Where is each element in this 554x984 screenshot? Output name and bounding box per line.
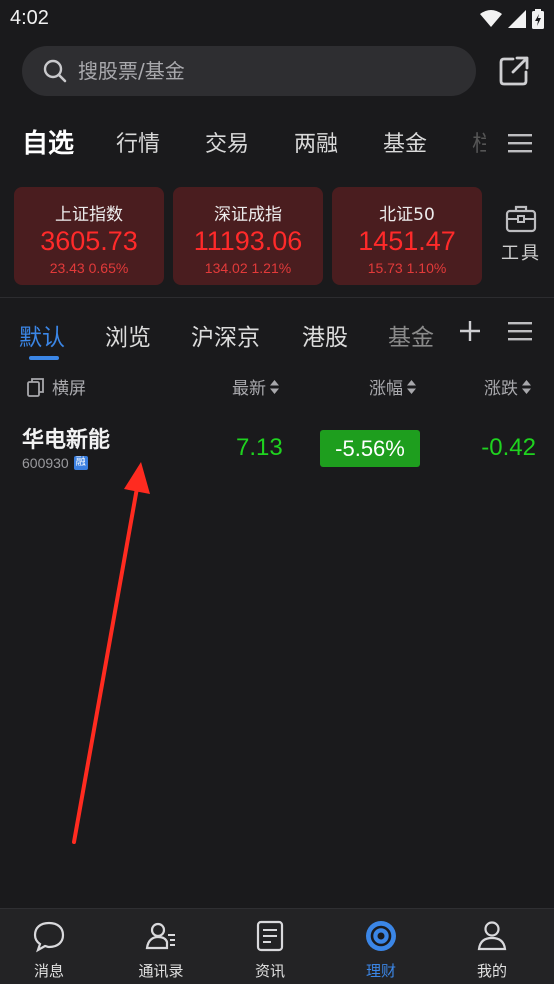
index-name: 上证指数 bbox=[55, 205, 123, 225]
nav-news[interactable]: 资讯 bbox=[225, 909, 315, 984]
tab-more-partial[interactable]: 栏 bbox=[472, 126, 486, 158]
sort-change[interactable]: 涨跌 bbox=[484, 374, 531, 399]
signal-icon bbox=[508, 10, 526, 28]
nav-finance[interactable]: 理财 bbox=[336, 909, 426, 984]
tools-label: 工具 bbox=[501, 243, 541, 264]
toolbox-icon bbox=[505, 205, 537, 233]
index-change: 23.43 0.65% bbox=[49, 260, 129, 276]
sort-latest[interactable]: 最新 bbox=[232, 374, 279, 399]
divider bbox=[0, 297, 554, 298]
nav-label: 我的 bbox=[476, 962, 507, 980]
nav-label: 消息 bbox=[33, 962, 64, 980]
index-change: 15.73 1.10% bbox=[367, 260, 447, 276]
list-tab-default[interactable]: 默认 bbox=[19, 318, 65, 352]
nav-label: 通讯录 bbox=[138, 962, 184, 980]
sort-icon bbox=[407, 379, 416, 394]
search-icon bbox=[43, 59, 67, 83]
tab-fund[interactable]: 基金 bbox=[383, 126, 427, 158]
list-tab-fund[interactable]: 基金 bbox=[388, 318, 438, 352]
sort-icon bbox=[522, 379, 531, 394]
header-change-pct: 涨幅 bbox=[369, 379, 403, 399]
nav-label: 理财 bbox=[365, 962, 396, 980]
status-time: 4:02 bbox=[10, 7, 49, 29]
sort-icon bbox=[270, 379, 279, 394]
margin-badge: 融 bbox=[73, 456, 88, 470]
battery-icon bbox=[532, 9, 544, 29]
index-change: 134.02 1.21% bbox=[204, 260, 292, 276]
bottom-nav: 消息 通讯录 资讯 理财 我的 bbox=[0, 908, 554, 984]
stock-code-wrap: 600930 融 bbox=[22, 455, 88, 471]
share-icon[interactable] bbox=[498, 55, 530, 87]
stock-name: 华电新能 bbox=[22, 428, 111, 453]
tab-watchlist[interactable]: 自选 bbox=[22, 123, 74, 160]
list-tab-hk[interactable]: 港股 bbox=[302, 318, 348, 352]
news-icon bbox=[256, 920, 284, 952]
rotate-icon bbox=[27, 377, 44, 397]
status-icons bbox=[480, 8, 544, 30]
landscape-toggle[interactable]: 横屏 bbox=[26, 374, 86, 399]
wifi-icon bbox=[480, 10, 502, 27]
top-tabs: 自选 行情 交易 两融 基金 栏 bbox=[0, 112, 554, 172]
header-latest: 最新 bbox=[232, 379, 266, 399]
tab-market[interactable]: 行情 bbox=[116, 126, 160, 158]
index-name: 深证成指 bbox=[214, 205, 282, 225]
tab-trade[interactable]: 交易 bbox=[205, 126, 249, 158]
index-card-shenzhen[interactable]: 深证成指 11193.06 134.02 1.21% bbox=[173, 187, 323, 285]
list-menu-icon[interactable] bbox=[508, 320, 532, 344]
nav-label: 资讯 bbox=[254, 962, 285, 980]
stock-price: 7.13 bbox=[236, 434, 283, 461]
status-bar: 4:02 bbox=[0, 0, 554, 38]
stock-change-pct: -5.56% bbox=[320, 430, 420, 467]
nav-profile[interactable]: 我的 bbox=[447, 909, 537, 984]
list-tab-browse[interactable]: 浏览 bbox=[105, 318, 151, 352]
index-value: 1451.47 bbox=[358, 226, 456, 256]
tab-margin[interactable]: 两融 bbox=[294, 126, 338, 158]
search-input[interactable] bbox=[78, 59, 438, 83]
message-icon bbox=[33, 921, 65, 953]
sort-change-pct[interactable]: 涨幅 bbox=[369, 374, 416, 399]
list-tab-hs[interactable]: 沪深京 bbox=[191, 318, 260, 352]
index-card-shanghai[interactable]: 上证指数 3605.73 23.43 0.65% bbox=[14, 187, 164, 285]
profile-icon bbox=[477, 921, 507, 951]
search-bar[interactable] bbox=[22, 46, 476, 96]
add-icon[interactable] bbox=[459, 320, 481, 342]
menu-icon[interactable] bbox=[508, 131, 532, 155]
index-value: 3605.73 bbox=[40, 226, 138, 256]
finance-icon bbox=[366, 921, 396, 951]
contacts-icon bbox=[145, 922, 175, 950]
header-change: 涨跌 bbox=[484, 379, 518, 399]
active-tab-indicator bbox=[29, 356, 59, 360]
index-name: 北证50 bbox=[379, 205, 435, 225]
index-card-beijing50[interactable]: 北证50 1451.47 15.73 1.10% bbox=[332, 187, 482, 285]
index-value: 11193.06 bbox=[193, 226, 303, 256]
stock-code: 600930 bbox=[22, 455, 69, 471]
nav-messages[interactable]: 消息 bbox=[4, 909, 94, 984]
tools-button[interactable]: 工具 bbox=[496, 205, 546, 265]
nav-contacts[interactable]: 通讯录 bbox=[116, 909, 206, 984]
landscape-label: 横屏 bbox=[52, 379, 86, 399]
stock-change: -0.42 bbox=[481, 434, 536, 461]
